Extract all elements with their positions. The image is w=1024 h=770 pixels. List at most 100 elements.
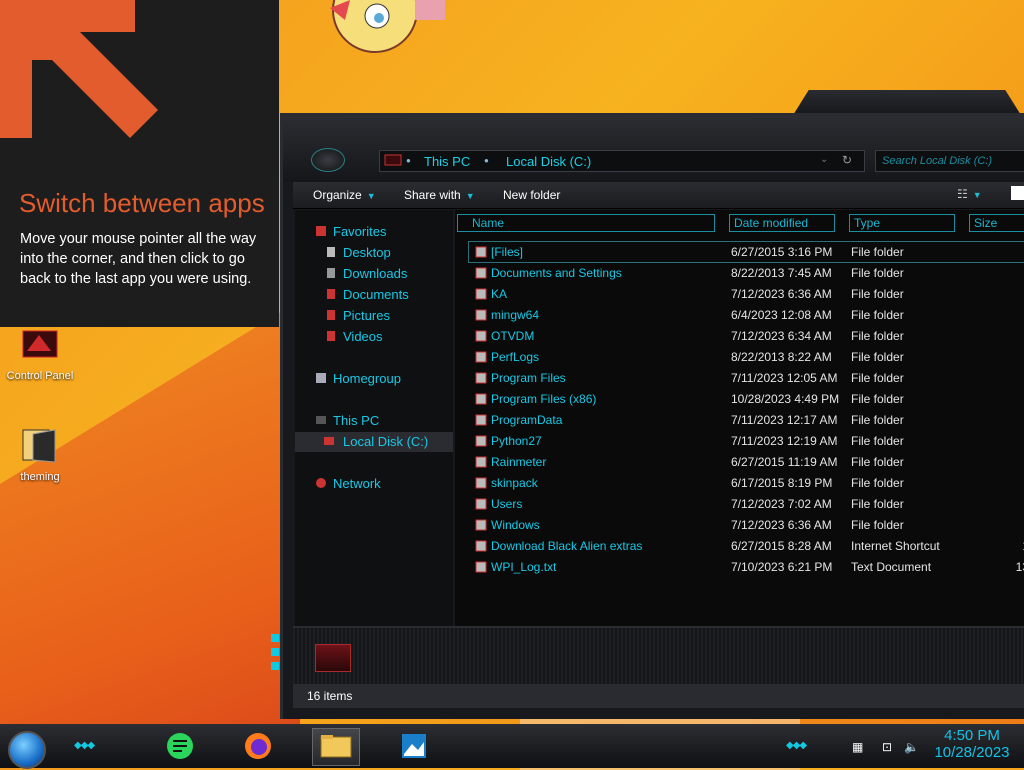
share-with-button[interactable]: Share with ▼ [404, 188, 475, 202]
item-count: 16 items [307, 689, 353, 703]
file-row[interactable]: Documents and Settings 8/22/2013 7:45 AM F… [469, 263, 1024, 283]
folder-icon [475, 372, 487, 384]
folder-icon [22, 429, 56, 463]
view-options-icon[interactable]: ☷ ▼ [957, 187, 982, 201]
taskbar-app-file-explorer[interactable] [312, 728, 360, 766]
file-date: 7/11/2023 12:19 AM [731, 434, 838, 448]
file-explorer-window: ● This PC ● Local Disk (C:) ⌄ ↻ Search L… [271, 113, 1024, 719]
file-type: File folder [851, 497, 904, 511]
taskbar-clock[interactable]: 4:50 PM 10/28/2023 [928, 727, 1016, 761]
tip-body: Move your mouse pointer all the way into… [20, 231, 257, 287]
nav-network[interactable]: Network [295, 474, 453, 494]
computer-icon [316, 416, 326, 424]
column-header-date[interactable]: Date modified [729, 214, 835, 232]
back-forward-orb-icon[interactable] [311, 148, 345, 172]
tip-title: Switch between apps [19, 188, 265, 218]
file-type: File folder [851, 371, 904, 385]
file-name: Rainmeter [491, 455, 547, 469]
file-name: [Files] [491, 245, 524, 259]
file-row[interactable]: Python27 7/11/2023 12:19 AM File folder [469, 431, 1024, 451]
file-name: Download Black Alien extras [491, 539, 643, 553]
nav-desktop[interactable]: Desktop [295, 243, 453, 263]
organize-button[interactable]: Organize ▼ [313, 188, 376, 202]
breadcrumb-separator-icon: ● [484, 156, 489, 165]
chevron-down-icon[interactable]: ⌄ [820, 154, 828, 165]
folder-icon [475, 456, 487, 468]
show-desktop-icon[interactable]: ▦ [852, 740, 866, 754]
file-type: File folder [851, 476, 904, 490]
wallpaper-cartoon-icon [330, 0, 445, 53]
folder-icon [475, 309, 487, 321]
file-name: KA [491, 287, 508, 301]
file-date: 7/12/2023 6:36 AM [731, 287, 832, 301]
column-header-name[interactable]: Name [457, 214, 715, 232]
column-header-size[interactable]: Size [969, 214, 1024, 232]
nav-favorites[interactable]: Favorites [295, 222, 453, 242]
file-name: OTVDM [491, 329, 535, 343]
volume-icon[interactable]: 🔈 [904, 740, 919, 754]
file-row[interactable]: Rainmeter 6/27/2015 11:19 AM File folder [469, 452, 1024, 472]
file-type: File folder [851, 329, 904, 343]
file-row[interactable]: WPI_Log.txt 7/10/2023 6:21 PM Text Documen… [469, 557, 1024, 577]
file-row[interactable]: Download Black Alien extras 6/27/2015 8:2… [469, 536, 1024, 556]
file-row[interactable]: Program Files 7/11/2023 12:05 AM File fold… [469, 368, 1024, 388]
file-row[interactable]: skinpack 6/17/2015 8:19 PM File folder [469, 473, 1024, 493]
folder-icon [475, 351, 487, 363]
file-row[interactable]: mingw64 6/4/2023 12:08 AM File folder [469, 305, 1024, 325]
refresh-icon[interactable]: ↻ [842, 153, 852, 167]
file-row[interactable]: PerfLogs 8/22/2013 8:22 AM File folder [469, 347, 1024, 367]
file-size: 13 [1015, 560, 1024, 574]
file-row[interactable]: [Files] 6/27/2015 3:16 PM File folder [468, 241, 1024, 263]
file-type: File folder [851, 413, 904, 427]
new-folder-button[interactable]: New folder [503, 188, 560, 202]
breadcrumb-local-disk[interactable]: Local Disk (C:) [506, 154, 591, 169]
taskbar-app-photos[interactable] [394, 728, 434, 764]
title-bar [283, 116, 1024, 182]
file-row[interactable]: ProgramData 7/11/2023 12:17 AM File folder [469, 410, 1024, 430]
taskbar-app-firefox[interactable] [238, 728, 278, 764]
file-date: 6/27/2015 3:16 PM [731, 245, 833, 259]
network-tray-icon[interactable]: ⊡ [882, 740, 896, 754]
nav-homegroup[interactable]: Homegroup [295, 369, 453, 389]
file-type: File folder [851, 308, 904, 322]
file-date: 7/10/2023 6:21 PM [731, 560, 833, 574]
folder-icon [475, 246, 487, 258]
nav-pictures[interactable]: Pictures [295, 306, 453, 326]
file-name: Users [491, 497, 523, 511]
preview-pane-icon[interactable] [1011, 186, 1024, 200]
document-icon [327, 289, 335, 299]
desktop-icon-control-panel[interactable]: Control Panel [0, 325, 80, 382]
breadcrumb-this-pc[interactable]: This PC [424, 154, 470, 169]
file-list: Name Date modified Type Size [Files] 6/27… [455, 210, 1024, 626]
file-type: File folder [851, 350, 904, 364]
taskbar-app-notes[interactable] [160, 728, 200, 764]
clock-time: 4:50 PM [944, 727, 1000, 744]
file-name: WPI_Log.txt [491, 560, 557, 574]
nav-downloads[interactable]: Downloads [295, 264, 453, 284]
file-name: Program Files [491, 371, 566, 385]
file-row[interactable]: Users 7/12/2023 7:02 AM File folder [469, 494, 1024, 514]
file-name: Documents and Settings [491, 266, 622, 280]
nav-this-pc[interactable]: This PC [295, 411, 453, 431]
desktop-icon-theming[interactable]: theming [0, 426, 80, 483]
file-row[interactable]: KA 7/12/2023 6:36 AM File folder [469, 284, 1024, 304]
nav-videos[interactable]: Videos [295, 327, 453, 347]
address-bar[interactable]: ● This PC ● Local Disk (C:) ⌄ ↻ [379, 150, 865, 172]
desktop-icon-label: Control Panel [6, 370, 74, 382]
folder-icon [475, 288, 487, 300]
search-input[interactable]: Search Local Disk (C:) [875, 150, 1024, 172]
column-header-type[interactable]: Type [849, 214, 955, 232]
start-button-icon[interactable] [8, 731, 46, 769]
file-name: Python27 [491, 434, 542, 448]
nav-local-disk[interactable]: Local Disk (C:) [295, 432, 453, 452]
file-row[interactable]: Windows 7/12/2023 6:36 AM File folder [469, 515, 1024, 535]
file-row[interactable]: OTVDM 7/12/2023 6:34 AM File folder [469, 326, 1024, 346]
nav-documents[interactable]: Documents [295, 285, 453, 305]
window-side-lights [271, 628, 281, 688]
homegroup-icon [316, 373, 326, 383]
caret-down-icon: ▼ [465, 191, 475, 201]
caret-down-icon: ▼ [366, 191, 376, 201]
clock-date: 10/28/2023 [934, 744, 1010, 761]
file-row[interactable]: Program Files (x86) 10/28/2023 4:49 PM Fil… [469, 389, 1024, 409]
file-date: 6/4/2023 12:08 AM [731, 308, 832, 322]
